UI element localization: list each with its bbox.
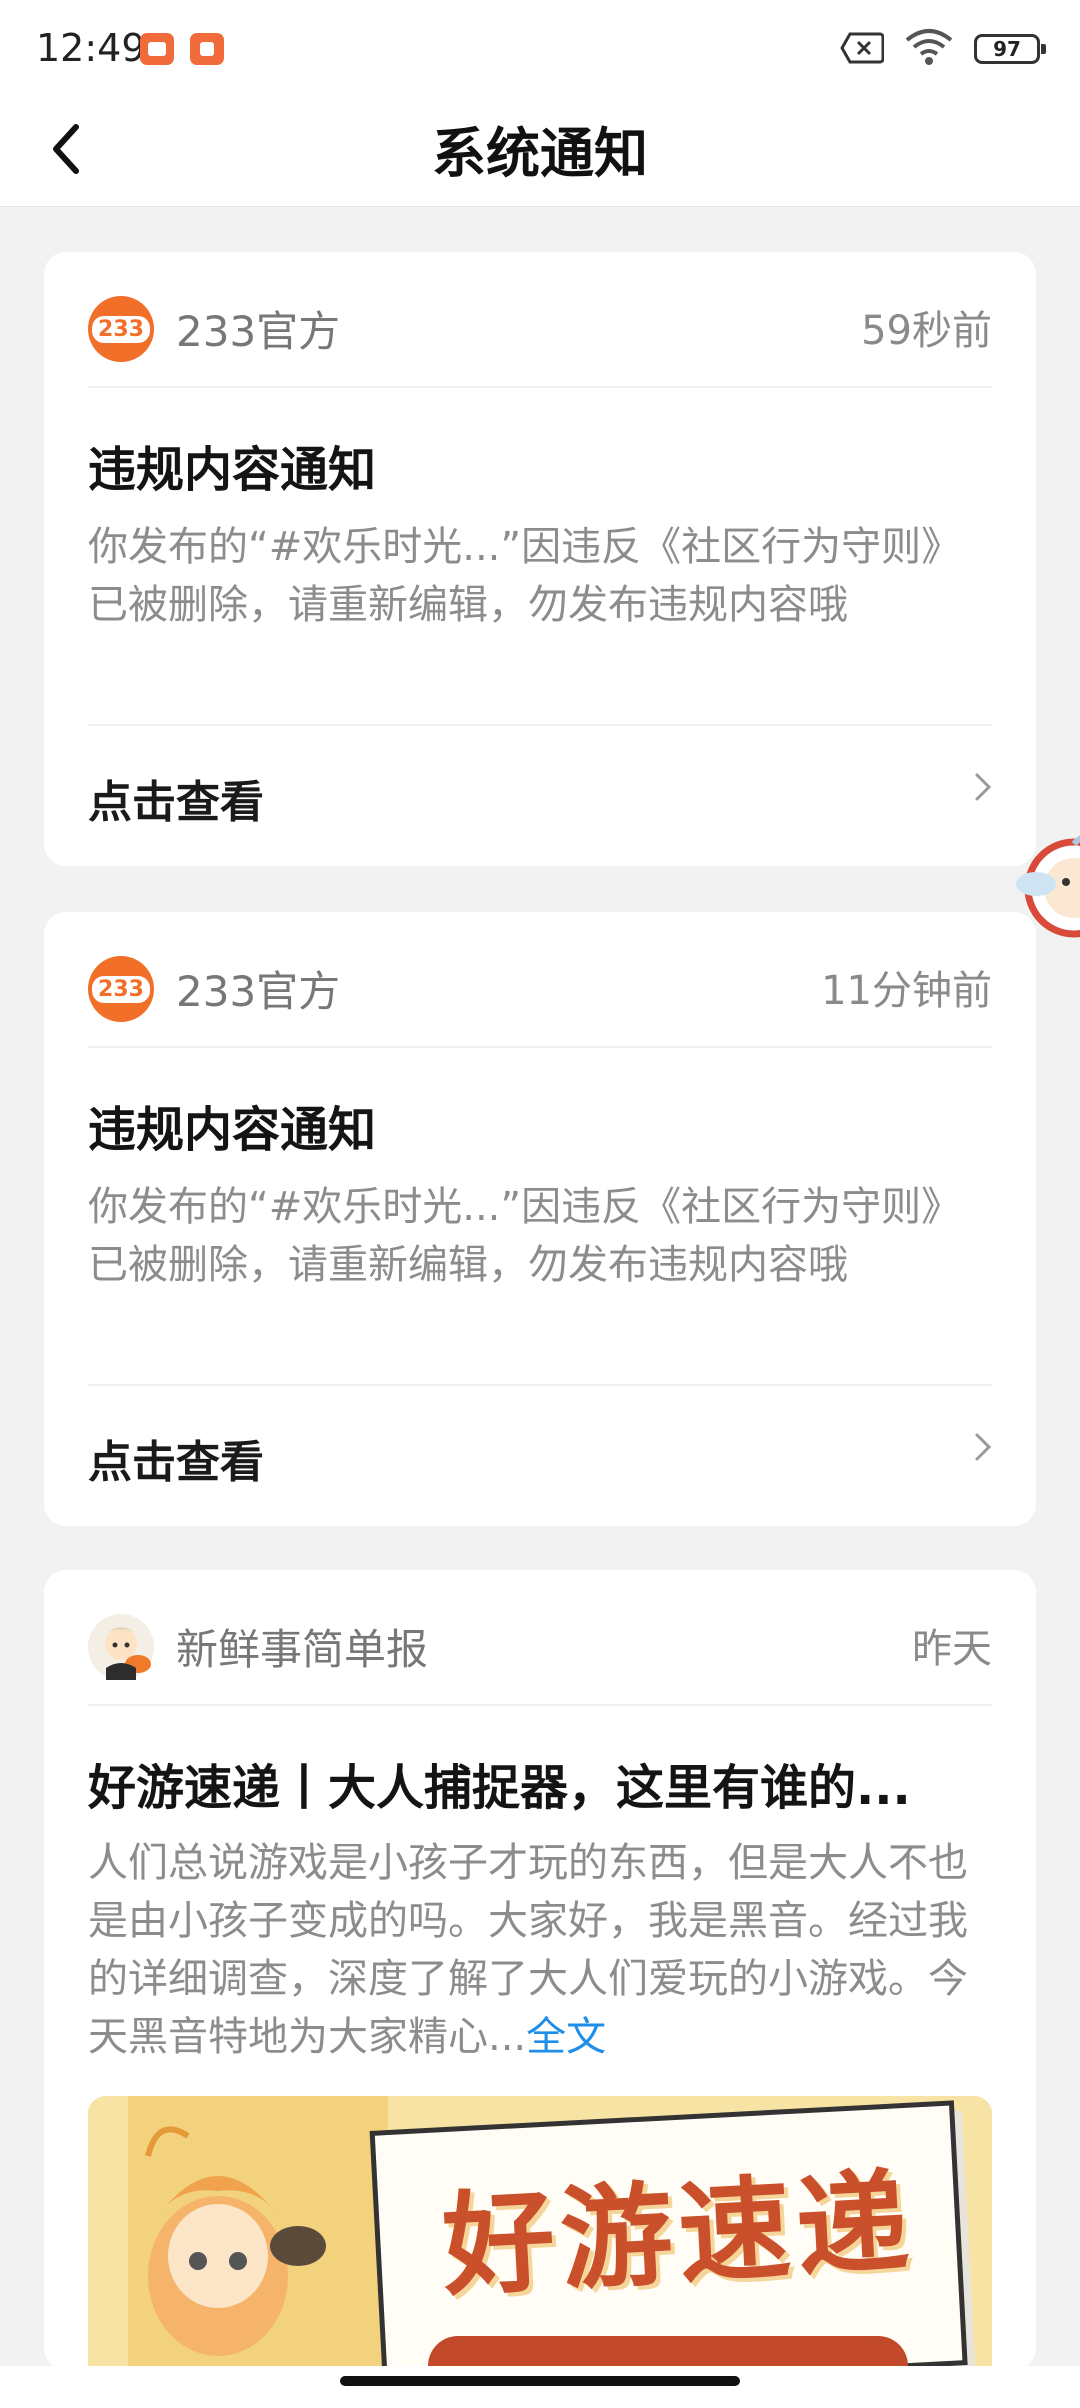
sender-name: 233官方: [176, 307, 341, 356]
chevron-right-icon: [975, 773, 992, 801]
card-header: 233 233官方 11分钟前: [88, 912, 992, 1048]
home-indicator[interactable]: [340, 2376, 740, 2386]
timestamp: 59秒前: [861, 308, 992, 354]
notification-card[interactable]: 新鲜事简单报 昨天 好游速递丨大人捕捉器，这里有谁的... 人们总说游戏是小孩子…: [44, 1570, 1036, 2370]
system-nav-bar: [0, 2366, 1080, 2408]
avatar: [88, 1614, 154, 1680]
notification-title: 好游速递丨大人捕捉器，这里有谁的...: [88, 1760, 911, 1816]
card-header: 233 233官方 59秒前: [88, 252, 992, 388]
article-banner-image[interactable]: 好游速递: [88, 2096, 992, 2370]
notification-body: 你发布的“#欢乐时光...”因违反《社区行为守则》已被删除，请重新编辑，勿发布违…: [88, 524, 962, 628]
store-app-icon: [190, 33, 224, 65]
notification-body: 你发布的“#欢乐时光...”因违反《社区行为守则》已被删除，请重新编辑，勿发布违…: [88, 1184, 962, 1288]
view-details-label: 点击查看: [88, 777, 264, 828]
avatar: 233: [88, 956, 154, 1022]
notification-title: 违规内容通知: [88, 1102, 377, 1158]
notification-card[interactable]: 233 233官方 59秒前 违规内容通知 你发布的“#欢乐时光...”因违反《…: [44, 252, 1036, 866]
view-details-row[interactable]: 点击查看: [88, 1384, 992, 1524]
sender-name: 233官方: [176, 967, 341, 1016]
notification-card[interactable]: 233 233官方 11分钟前 违规内容通知 你发布的“#欢乐时光...”因违反…: [44, 912, 1036, 1526]
battery-icon: 97: [974, 34, 1046, 64]
card-header: 新鲜事简单报 昨天: [88, 1570, 992, 1706]
timestamp: 11分钟前: [821, 968, 992, 1014]
chevron-right-icon: [975, 1433, 992, 1461]
view-details-label: 点击查看: [88, 1437, 264, 1488]
avatar: 233: [88, 296, 154, 362]
view-details-row[interactable]: 点击查看: [88, 724, 992, 864]
banner-title: 好游速递: [439, 2156, 918, 2313]
sender-name: 新鲜事简单报: [176, 1625, 429, 1674]
wifi-icon: [905, 29, 953, 65]
battery-level: 97: [993, 37, 1021, 61]
notification-body: 人们总说游戏是小孩子才玩的东西，但是大人不也是由小孩子变成的吗。大家好，我是黑音…: [88, 1834, 992, 2066]
status-time: 12:49: [36, 26, 146, 70]
status-bar: 12:49 97: [0, 0, 1080, 95]
floating-mascot-icon[interactable]: [1014, 828, 1080, 948]
notification-title: 违规内容通知: [88, 442, 377, 498]
app-header: 系统通知: [0, 95, 1080, 207]
full-text-link[interactable]: 全文: [526, 2014, 606, 2060]
video-app-icon: [140, 33, 174, 65]
timestamp: 昨天: [912, 1626, 992, 1672]
page-title: 系统通知: [432, 122, 648, 185]
no-sim-icon: [840, 32, 884, 64]
